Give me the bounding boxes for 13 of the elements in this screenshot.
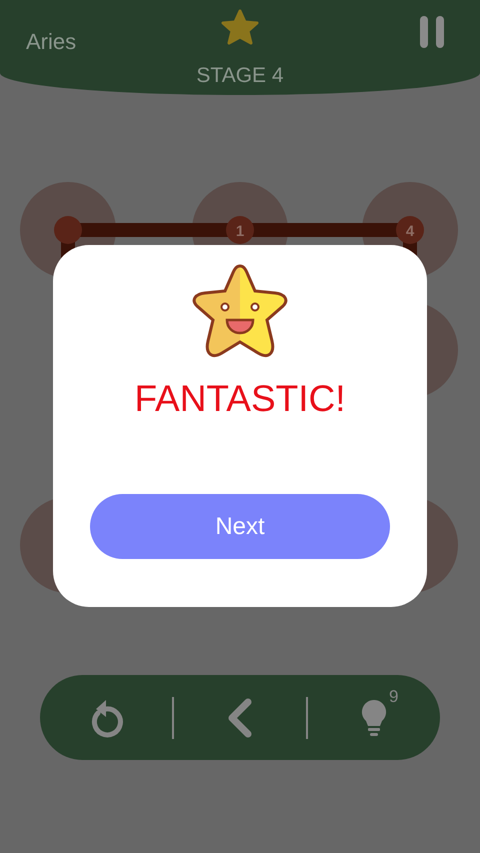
lightbulb-icon xyxy=(361,698,387,738)
stage-label: STAGE 4 xyxy=(195,63,285,89)
numbered-node: 1 xyxy=(226,216,254,244)
hint-button[interactable]: 9 xyxy=(308,686,440,750)
dialog-title: FANTASTIC! xyxy=(134,380,346,417)
level-title: Aries xyxy=(26,28,76,56)
chevron-left-icon xyxy=(227,698,253,738)
pause-button[interactable] xyxy=(418,16,446,48)
numbered-node: 4 xyxy=(396,216,424,244)
start-node xyxy=(54,216,82,244)
star-icon xyxy=(221,9,259,45)
hint-count: 9 xyxy=(389,688,398,704)
next-button[interactable]: Next xyxy=(90,494,390,559)
